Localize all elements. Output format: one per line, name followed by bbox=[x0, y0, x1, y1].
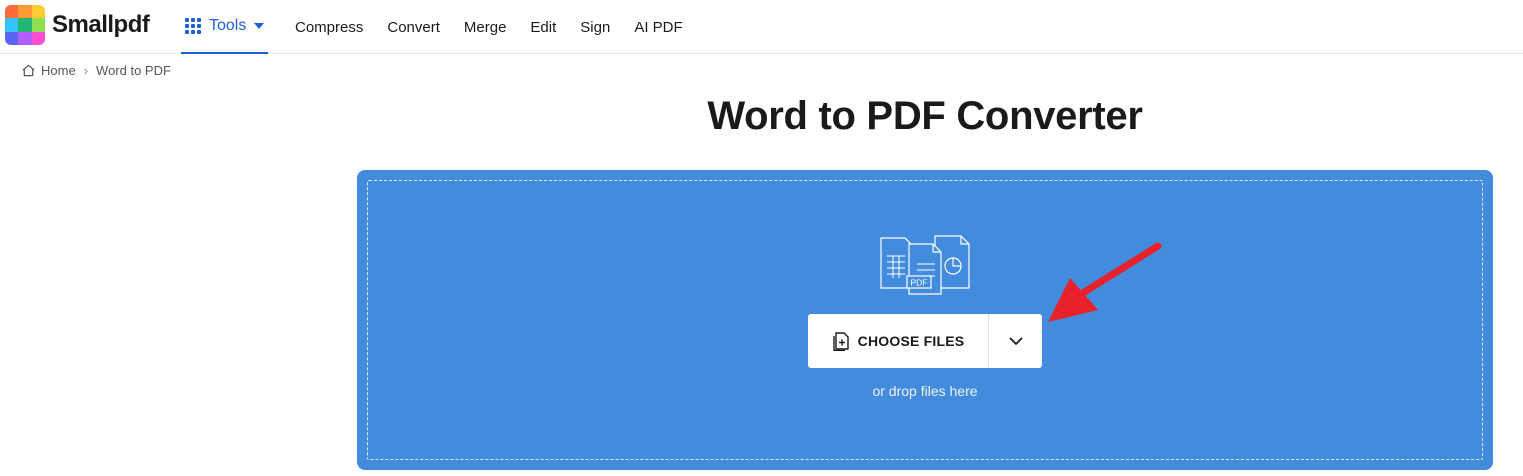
drop-hint: or drop files here bbox=[872, 383, 978, 399]
top-navbar: Smallpdf Tools Compress Convert Merge Ed… bbox=[0, 0, 1523, 54]
red-arrow-annotation-icon bbox=[1048, 242, 1162, 322]
logo-tile bbox=[18, 5, 32, 19]
logo-tile bbox=[18, 18, 32, 32]
choose-files-button[interactable]: CHOOSE FILES bbox=[808, 314, 989, 368]
chevron-down-icon bbox=[1009, 337, 1022, 345]
logo-tile bbox=[31, 18, 45, 32]
tools-menu-button[interactable]: Tools bbox=[181, 0, 269, 54]
choose-files-button-group: CHOOSE FILES bbox=[808, 314, 1042, 368]
tools-label: Tools bbox=[209, 17, 247, 34]
choose-files-label: CHOOSE FILES bbox=[857, 333, 965, 349]
brand-name: Smallpdf bbox=[52, 11, 150, 38]
page-title: Word to PDF Converter bbox=[707, 94, 1143, 138]
nav-link-edit[interactable]: Edit bbox=[530, 19, 556, 36]
choose-source-dropdown-button[interactable] bbox=[989, 314, 1042, 368]
breadcrumb-home[interactable]: Home bbox=[41, 63, 76, 78]
breadcrumb-separator: › bbox=[83, 63, 89, 78]
breadcrumb: Home › Word to PDF bbox=[21, 63, 171, 78]
nav-link-compress[interactable]: Compress bbox=[295, 19, 363, 36]
smallpdf-logo-icon bbox=[5, 5, 45, 45]
main-nav: Compress Convert Merge Edit Sign AI PDF bbox=[295, 0, 707, 54]
illustration-pdf-badge: PDF bbox=[911, 278, 928, 288]
logo-tile bbox=[31, 31, 45, 45]
breadcrumb-current: Word to PDF bbox=[96, 63, 171, 78]
nav-link-merge[interactable]: Merge bbox=[464, 19, 507, 36]
logo-tile bbox=[31, 5, 45, 19]
brand-logo[interactable]: Smallpdf bbox=[5, 5, 150, 45]
logo-tile bbox=[5, 5, 19, 19]
logo-tile bbox=[18, 31, 32, 45]
file-add-icon bbox=[832, 332, 849, 351]
grid-icon bbox=[185, 18, 201, 34]
nav-link-ai-pdf[interactable]: AI PDF bbox=[634, 19, 682, 36]
logo-tile bbox=[5, 18, 19, 32]
home-icon bbox=[22, 64, 35, 77]
caret-down-icon bbox=[254, 23, 265, 29]
file-dropzone[interactable]: PDF CHOOSE FILES or drop files here bbox=[357, 170, 1493, 470]
nav-link-sign[interactable]: Sign bbox=[580, 19, 610, 36]
nav-link-convert[interactable]: Convert bbox=[387, 19, 440, 36]
logo-tile bbox=[5, 31, 19, 45]
documents-illustration-icon: PDF bbox=[880, 235, 970, 295]
